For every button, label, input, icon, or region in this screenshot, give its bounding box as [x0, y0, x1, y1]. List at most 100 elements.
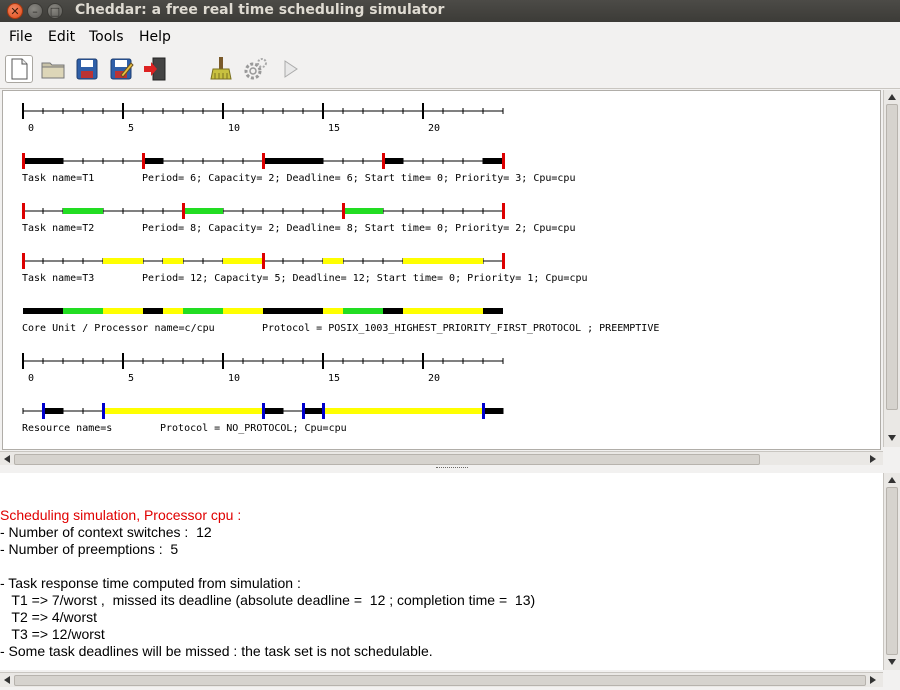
menubar: File Edit Tools Help	[0, 22, 900, 50]
event-marker	[262, 403, 265, 419]
output-horizontal-scrollbar[interactable]	[0, 672, 883, 687]
task-t3-label: Task name=T3	[22, 273, 94, 284]
output-hscroll-thumb[interactable]	[14, 675, 866, 686]
schedule-segment	[323, 408, 483, 414]
menu-edit[interactable]: Edit	[48, 29, 75, 45]
event-marker	[262, 253, 265, 269]
axis-tick-label: 10	[228, 123, 240, 134]
schedule-segment	[23, 308, 63, 314]
axis-tick-label: 0	[28, 373, 34, 384]
scroll-down-icon[interactable]	[888, 435, 896, 441]
save-icon[interactable]	[73, 55, 101, 83]
event-marker	[322, 403, 325, 419]
output-line: - Task response time computed from simul…	[0, 575, 301, 591]
canvas-hscroll-thumb[interactable]	[14, 454, 760, 465]
event-marker	[502, 203, 505, 219]
scroll-right-icon[interactable]	[870, 455, 876, 463]
output-line: - Some task deadlines will be missed : t…	[0, 643, 433, 659]
schedule-segment	[63, 208, 103, 214]
schedule-segment	[483, 308, 503, 314]
schedule-segment	[483, 408, 503, 414]
menu-help[interactable]: Help	[139, 29, 171, 45]
schedule-segment	[303, 408, 323, 414]
window-title: Cheddar: a free real time scheduling sim…	[75, 2, 445, 18]
clean-brush-icon[interactable]	[207, 55, 235, 83]
pane-splitter[interactable]	[0, 465, 900, 473]
event-marker	[42, 403, 45, 419]
scroll-right-icon[interactable]	[870, 676, 876, 684]
canvas-horizontal-scrollbar[interactable]	[0, 451, 883, 466]
event-marker	[482, 403, 485, 419]
schedule-segment	[183, 208, 223, 214]
schedule-segment	[23, 158, 63, 164]
output-line: - Number of context switches : 12	[0, 524, 212, 540]
scroll-up-icon[interactable]	[888, 477, 896, 483]
axis-tick-label: 15	[328, 373, 340, 384]
schedule-segment	[323, 258, 343, 264]
output-line: T2 => 4/worst	[0, 609, 98, 625]
output-vertical-scrollbar[interactable]	[883, 473, 900, 670]
schedule-segment	[223, 258, 263, 264]
processor-protocol: Protocol = POSIX_1003_HIGHEST_PRIORITY_F…	[262, 323, 659, 334]
event-marker	[302, 403, 305, 419]
gantt-diagram: 0 5 10 15 20 0 5 10 15 20 Task name=T1 Period= 6…	[22, 103, 659, 434]
output-heading: Scheduling simulation, Processor cpu :	[0, 507, 242, 523]
schedule-segment	[263, 308, 323, 314]
schedule-segment	[103, 408, 263, 414]
resource-label: Resource name=s	[22, 423, 112, 434]
event-marker	[182, 203, 185, 219]
event-marker	[22, 153, 25, 169]
open-folder-icon[interactable]	[39, 55, 67, 83]
simulation-output[interactable]: Scheduling simulation, Processor cpu : -…	[0, 473, 883, 670]
schedule-segment	[183, 308, 223, 314]
save-as-icon[interactable]	[107, 55, 135, 83]
event-marker	[102, 403, 105, 419]
schedule-segment	[43, 408, 63, 414]
window-minimize-button[interactable]: –	[27, 3, 43, 19]
output-line: T3 => 12/worst	[0, 626, 105, 642]
new-file-icon[interactable]	[5, 55, 33, 83]
task-t2-attributes: Period= 8; Capacity= 2; Deadline= 8; Sta…	[142, 223, 575, 234]
event-marker	[342, 203, 345, 219]
event-marker	[262, 153, 265, 169]
schedule-segment	[343, 308, 383, 314]
schedule-segment	[383, 308, 403, 314]
scroll-left-icon[interactable]	[4, 676, 10, 684]
schedule-segment	[63, 308, 103, 314]
canvas-vscroll-thumb[interactable]	[886, 104, 898, 410]
axis-tick-label: 5	[128, 373, 134, 384]
scroll-left-icon[interactable]	[4, 455, 10, 463]
exit-icon[interactable]	[141, 55, 169, 83]
window-maximize-button[interactable]: □	[47, 3, 63, 19]
axis-tick-label: 10	[228, 373, 240, 384]
menu-tools[interactable]: Tools	[89, 29, 124, 45]
schedule-segment	[263, 408, 283, 414]
task-t1-attributes: Period= 6; Capacity= 2; Deadline= 6; Sta…	[142, 173, 575, 184]
resource-row	[22, 403, 504, 419]
scroll-up-icon[interactable]	[888, 94, 896, 100]
run-play-icon[interactable]	[277, 55, 305, 83]
output-line: - Number of preemptions : 5	[0, 541, 179, 557]
window-close-button[interactable]: ✕	[7, 3, 23, 19]
event-marker	[142, 153, 145, 169]
schedule-segment	[483, 158, 503, 164]
resource-protocol: Protocol = NO_PROTOCOL; Cpu=cpu	[160, 423, 347, 434]
output-vscroll-thumb[interactable]	[886, 487, 898, 655]
canvas-vertical-scrollbar[interactable]	[883, 90, 900, 447]
scroll-down-icon[interactable]	[888, 659, 896, 665]
toolbar	[0, 50, 900, 89]
schedule-segment	[263, 158, 323, 164]
menu-file[interactable]: File	[9, 29, 32, 45]
settings-gear-icon[interactable]	[241, 55, 269, 83]
schedule-segment	[143, 308, 163, 314]
axis-tick-label: 20	[428, 373, 440, 384]
processor-row	[23, 308, 503, 314]
task-row-t1	[22, 153, 505, 169]
schedule-segment	[323, 308, 343, 314]
event-marker	[502, 253, 505, 269]
splitter-grip-icon[interactable]	[436, 467, 468, 471]
schedule-segment	[343, 208, 383, 214]
axis-tick-label: 20	[428, 123, 440, 134]
time-axis-bottom: 0 5 10 15 20	[22, 353, 504, 384]
axis-tick-label: 5	[128, 123, 134, 134]
